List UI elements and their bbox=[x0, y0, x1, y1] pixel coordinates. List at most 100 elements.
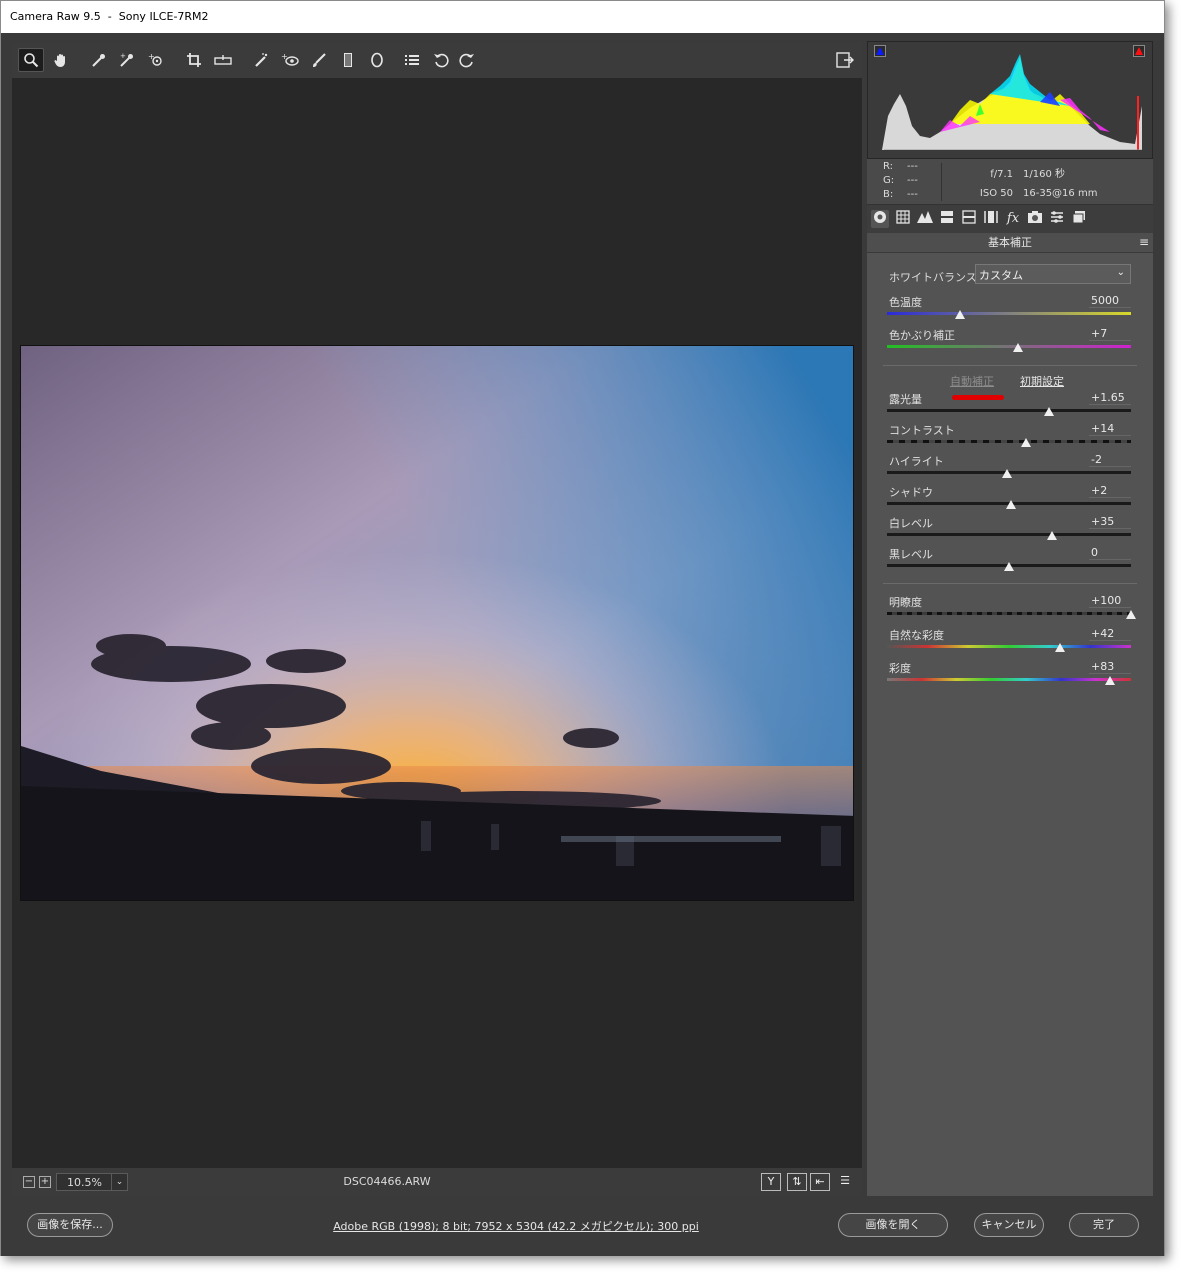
slider-exposure-thumb[interactable] bbox=[1044, 407, 1055, 416]
bottom-bar: 画像を保存... Adobe RGB (1998); 8 bit; 7952 x… bbox=[1, 1196, 1164, 1256]
swap-settings-button[interactable]: ⇅ bbox=[787, 1173, 807, 1191]
slider-vibrance-track[interactable] bbox=[887, 645, 1131, 648]
slider-clarity-track[interactable] bbox=[887, 612, 1131, 615]
slider-temp-thumb[interactable] bbox=[955, 310, 966, 319]
auto-button[interactable]: 自動補正 bbox=[950, 373, 994, 389]
tab-presets[interactable] bbox=[1048, 210, 1066, 228]
zoom-level-select[interactable]: 10.5% ⌄ bbox=[56, 1173, 128, 1191]
iso: ISO 50 bbox=[979, 188, 1013, 199]
slider-clarity: 明瞭度 +100 bbox=[887, 594, 1136, 624]
rotate-left-button[interactable] bbox=[428, 48, 454, 72]
white-balance-tool-button[interactable] bbox=[86, 48, 112, 72]
slider-tint: 色かぶり補正 +7 bbox=[887, 327, 1131, 357]
slider-exposure-value-field[interactable]: +1.65 bbox=[1089, 391, 1131, 405]
tab-lens-corrections[interactable] bbox=[982, 210, 1000, 228]
slider-highlights-thumb[interactable] bbox=[1001, 469, 1012, 478]
crop-tool-button[interactable] bbox=[181, 48, 207, 72]
done-button[interactable]: 完了 bbox=[1069, 1213, 1139, 1237]
slider-contrast-thumb[interactable] bbox=[1021, 438, 1032, 447]
graduated-filter-tool-button[interactable] bbox=[335, 48, 361, 72]
slider-contrast-value-field[interactable]: +14 bbox=[1089, 422, 1131, 436]
camera-icon bbox=[1028, 211, 1042, 223]
image-canvas[interactable] bbox=[12, 78, 862, 1168]
slider-contrast: コントラスト +14 bbox=[887, 422, 1131, 452]
divider bbox=[941, 163, 942, 201]
red-eye-icon: + bbox=[281, 52, 299, 66]
adjustment-brush-tool-button[interactable] bbox=[306, 48, 332, 72]
tab-snapshots[interactable] bbox=[1070, 210, 1088, 228]
slider-shadows-thumb[interactable] bbox=[1006, 500, 1017, 509]
slider-shadows-label: シャドウ bbox=[889, 486, 933, 499]
zoom-in-button[interactable]: + bbox=[39, 1176, 51, 1188]
targeted-adjustment-tool-button[interactable]: + bbox=[143, 48, 169, 72]
rotate-right-button[interactable] bbox=[454, 48, 480, 72]
slider-tint-value-field[interactable]: +7 bbox=[1089, 327, 1131, 341]
tab-camera-calibration[interactable] bbox=[1026, 210, 1044, 228]
slider-saturation-thumb[interactable] bbox=[1105, 676, 1116, 685]
slider-whites-value-field[interactable]: +35 bbox=[1089, 515, 1131, 529]
rgb-readout: R: --- G: --- B: --- bbox=[883, 160, 931, 202]
slider-blacks-value-field[interactable]: 0 bbox=[1089, 546, 1131, 560]
b-value: --- bbox=[907, 189, 918, 200]
split-toning-icon bbox=[962, 210, 976, 224]
slider-tint-track[interactable] bbox=[887, 345, 1131, 348]
panel-menu-icon[interactable]: ≡ bbox=[1139, 236, 1149, 248]
spot-removal-tool-button[interactable] bbox=[248, 48, 274, 72]
slider-exposure-track[interactable] bbox=[887, 409, 1131, 412]
save-image-button[interactable]: 画像を保存... bbox=[27, 1213, 113, 1237]
slider-shadows-value-field[interactable]: +2 bbox=[1089, 484, 1131, 498]
slider-whites-track[interactable] bbox=[887, 533, 1131, 536]
radial-filter-tool-button[interactable] bbox=[364, 48, 390, 72]
tab-basic[interactable] bbox=[871, 210, 889, 228]
tab-detail[interactable] bbox=[916, 210, 934, 228]
slider-vibrance-value-field[interactable]: +42 bbox=[1089, 627, 1131, 641]
slider-temp-label: 色温度 bbox=[889, 296, 922, 309]
lens: 16-35@16 mm bbox=[1023, 188, 1098, 199]
slider-tint-thumb[interactable] bbox=[1012, 343, 1023, 352]
aperture-icon bbox=[874, 211, 886, 223]
zoom-tool-button[interactable] bbox=[18, 48, 44, 72]
white-balance-select[interactable]: カスタム ⌄ bbox=[975, 264, 1131, 284]
svg-text:+: + bbox=[281, 52, 288, 61]
zoom-out-button[interactable]: − bbox=[23, 1176, 35, 1188]
open-image-button[interactable]: 画像を開く bbox=[838, 1213, 948, 1237]
default-button[interactable]: 初期設定 bbox=[1020, 373, 1064, 389]
preferences-button[interactable] bbox=[399, 48, 425, 72]
slider-clarity-value-field[interactable]: +100 bbox=[1089, 594, 1131, 608]
g-label: G: bbox=[883, 175, 895, 186]
slider-saturation-value-field[interactable]: +83 bbox=[1089, 660, 1131, 674]
red-eye-tool-button[interactable]: + bbox=[277, 48, 303, 72]
tab-hsl[interactable] bbox=[938, 210, 956, 228]
workflow-options-link[interactable]: Adobe RGB (1998); 8 bit; 7952 x 5304 (42… bbox=[331, 1218, 701, 1234]
color-sampler-tool-button[interactable]: + bbox=[114, 48, 140, 72]
list-icon bbox=[405, 55, 419, 65]
slider-temp-value-field[interactable]: 5000 bbox=[1089, 294, 1131, 308]
straighten-tool-button[interactable] bbox=[210, 48, 236, 72]
tab-tone-curve[interactable] bbox=[894, 210, 912, 228]
toggle-settings-button[interactable]: ☰ bbox=[835, 1173, 855, 1191]
slider-temp-track[interactable] bbox=[887, 312, 1131, 315]
slider-clarity-thumb[interactable] bbox=[1126, 610, 1136, 619]
toolbar: + + + bbox=[12, 43, 862, 78]
tab-effects[interactable]: fx bbox=[1004, 210, 1022, 228]
slider-whites-thumb[interactable] bbox=[1046, 531, 1057, 540]
hand-tool-button[interactable] bbox=[48, 48, 74, 72]
status-bar: − + 10.5% ⌄ DSC04466.ARW Y ⇅ ⇤ ☰ bbox=[12, 1168, 862, 1196]
copy-settings-button[interactable]: ⇤ bbox=[810, 1173, 830, 1191]
slider-highlights-value-field[interactable]: -2 bbox=[1089, 453, 1131, 467]
slider-saturation-track[interactable] bbox=[887, 678, 1131, 681]
slider-clarity-label: 明瞭度 bbox=[889, 596, 922, 609]
before-after-view-button[interactable]: Y bbox=[761, 1173, 781, 1191]
slider-vibrance-label: 自然な彩度 bbox=[889, 629, 944, 642]
slider-vibrance-thumb[interactable] bbox=[1055, 643, 1066, 652]
panel-tabs: fx bbox=[867, 205, 1153, 233]
cancel-button[interactable]: キャンセル bbox=[974, 1213, 1044, 1237]
photo-preview[interactable] bbox=[20, 345, 854, 901]
slider-contrast-track[interactable] bbox=[887, 440, 1131, 443]
slider-exposure: 露光量 +1.65 bbox=[887, 391, 1131, 421]
fullscreen-button[interactable] bbox=[832, 48, 858, 72]
slider-exposure-label: 露光量 bbox=[889, 393, 922, 406]
g-value: --- bbox=[907, 175, 918, 186]
slider-blacks-thumb[interactable] bbox=[1004, 562, 1014, 571]
tab-split-toning[interactable] bbox=[960, 210, 978, 228]
